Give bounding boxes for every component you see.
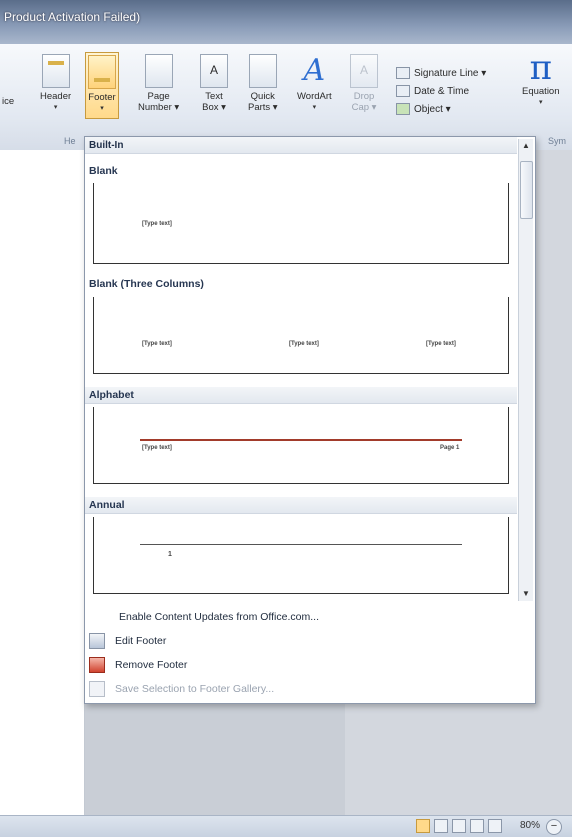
text-box-icon: A <box>200 54 228 88</box>
view-buttons <box>416 819 502 833</box>
ribbon-partial-label: ice <box>2 96 15 107</box>
category-bar-alphabet <box>85 387 517 404</box>
category-label-alphabet: Alphabet <box>89 389 134 401</box>
group-label-header-footer: He <box>64 136 76 146</box>
document-background-bottom <box>345 700 571 815</box>
object-button[interactable]: Object ▾ <box>396 100 486 118</box>
scroll-thumb[interactable] <box>520 161 533 219</box>
footer-button[interactable]: Footer ▾ <box>85 52 119 119</box>
footer-icon <box>88 55 116 89</box>
save-selection-icon <box>89 681 105 697</box>
drop-cap-icon: A <box>350 54 378 88</box>
category-label-blank-three-columns: Blank (Three Columns) <box>89 278 204 290</box>
zoom-level[interactable]: 80% <box>520 820 540 831</box>
document-page-left <box>0 150 85 815</box>
drop-cap-button[interactable]: A Drop Cap ▾ <box>350 54 378 113</box>
builtin-header-bar <box>85 137 517 154</box>
footer-preview-blank[interactable]: [Type text] <box>93 183 509 264</box>
placeholder-text: [Type text] <box>289 341 319 347</box>
header-button[interactable]: Header ▾ <box>40 54 71 113</box>
draft-view-icon[interactable] <box>488 819 502 833</box>
page-number-icon <box>144 54 173 88</box>
text-box-button[interactable]: A Text Box ▾ <box>200 54 228 113</box>
footer-preview-alphabet[interactable]: [Type text] Page 1 <box>93 407 509 484</box>
category-label-blank: Blank <box>89 165 118 177</box>
object-icon <box>396 103 410 115</box>
page-number-text: Page 1 <box>440 445 460 451</box>
edit-footer-icon <box>89 633 105 649</box>
full-screen-reading-view-icon[interactable] <box>434 819 448 833</box>
page-number-text: 1 <box>168 551 172 558</box>
footer-gallery-dropdown: Built-In Blank [Type text] Blank (Three … <box>84 136 536 704</box>
print-layout-view-icon[interactable] <box>416 819 430 833</box>
signature-icon <box>396 67 410 79</box>
placeholder-text: [Type text] <box>142 341 172 347</box>
wordart-button[interactable]: A WordArt ▾ <box>297 54 332 113</box>
wordart-icon: A <box>303 53 326 88</box>
signature-line-button[interactable]: Signature Line ▾ <box>396 64 486 82</box>
footer-rule <box>140 439 462 441</box>
footer-preview-blank-three-columns[interactable]: [Type text] [Type text] [Type text] <box>93 297 509 374</box>
title-bar: Product Activation Failed) <box>0 0 572 44</box>
remove-footer-icon <box>89 657 105 673</box>
edit-footer-item[interactable]: Edit Footer <box>89 631 166 651</box>
footer-preview-annual[interactable]: 1 <box>93 517 509 594</box>
remove-footer-item[interactable]: Remove Footer <box>89 655 187 675</box>
category-bar-annual <box>85 497 517 514</box>
scroll-down-arrow-icon[interactable]: ▼ <box>519 587 533 601</box>
pi-icon: π <box>529 48 552 88</box>
placeholder-text: [Type text] <box>426 341 456 347</box>
status-bar: 80% − <box>0 815 572 837</box>
placeholder-text: [Type text] <box>142 221 172 227</box>
quick-parts-icon <box>248 54 277 88</box>
calendar-icon <box>396 85 410 97</box>
equation-button[interactable]: π Equation ▾ <box>522 50 560 108</box>
placeholder-text: [Type text] <box>142 445 172 451</box>
zoom-out-button[interactable]: − <box>546 819 562 835</box>
group-label-symbols: Sym <box>548 136 566 146</box>
scroll-up-arrow-icon[interactable]: ▲ <box>519 139 533 153</box>
web-layout-view-icon[interactable] <box>452 819 466 833</box>
outline-view-icon[interactable] <box>470 819 484 833</box>
enable-content-updates-item[interactable]: Enable Content Updates from Office.com..… <box>119 607 319 627</box>
header-icon <box>41 54 70 88</box>
save-selection-to-gallery-item[interactable]: Save Selection to Footer Gallery... <box>89 679 274 699</box>
page-number-button[interactable]: Page Number ▾ <box>138 54 179 113</box>
category-label-annual: Annual <box>89 499 125 511</box>
quick-parts-button[interactable]: Quick Parts ▾ <box>248 54 278 113</box>
ribbon-insert-tab: ice Header ▾ Footer ▾ Page Number ▾ A Te… <box>0 44 572 151</box>
date-time-button[interactable]: Date & Time <box>396 82 486 100</box>
builtin-heading: Built-In <box>89 140 124 151</box>
text-group-small-buttons: Signature Line ▾ Date & Time Object ▾ <box>396 64 486 118</box>
gallery-scrollbar[interactable]: ▲ ▼ <box>518 139 533 601</box>
footer-rule <box>140 544 462 545</box>
window-title: Product Activation Failed) <box>4 10 141 24</box>
